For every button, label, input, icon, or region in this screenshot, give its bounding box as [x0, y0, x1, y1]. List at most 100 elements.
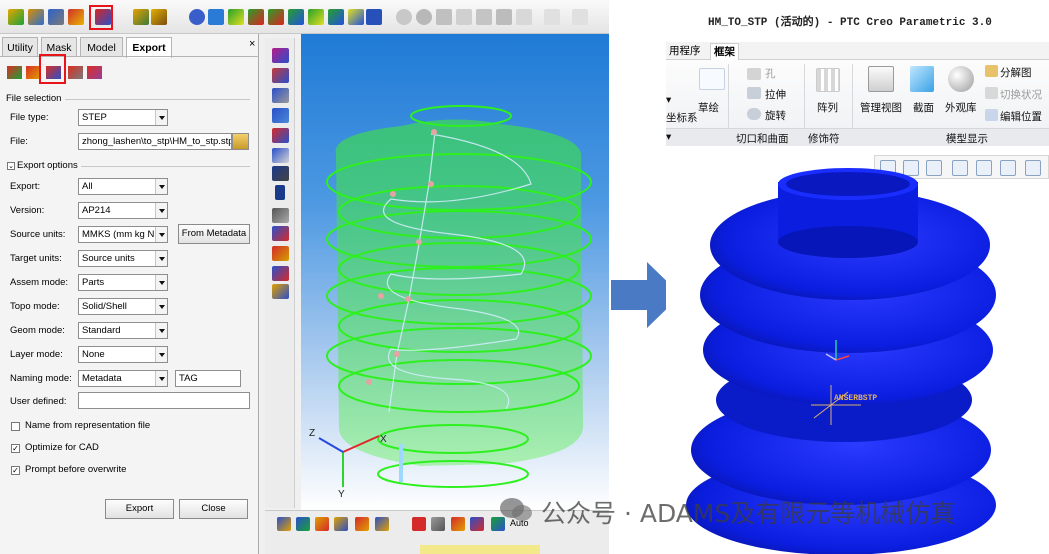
- mask-icon[interactable]: [272, 48, 289, 63]
- section-icon[interactable]: [910, 66, 934, 92]
- display-mode-icon[interactable]: [366, 9, 382, 25]
- view-top-icon[interactable]: [328, 9, 344, 25]
- optimize-for-cad-checkbox[interactable]: ✓: [11, 444, 20, 453]
- pan-icon[interactable]: [436, 9, 452, 25]
- section-label[interactable]: 截面: [913, 100, 934, 115]
- label-abc-icon[interactable]: [272, 226, 289, 241]
- label-abc-red-icon[interactable]: [272, 246, 289, 261]
- save-icon[interactable]: [48, 9, 64, 25]
- group-modifiers[interactable]: 修饰符: [808, 131, 840, 146]
- view-iso-icon[interactable]: [228, 9, 244, 25]
- arrow-move-icon[interactable]: [476, 9, 492, 25]
- view-back-icon[interactable]: [268, 9, 284, 25]
- label-settings-icon[interactable]: [272, 266, 289, 281]
- distance-icon[interactable]: [272, 208, 289, 223]
- graphics-viewport[interactable]: Z X Y: [301, 34, 609, 510]
- export-solver-deck-icon[interactable]: [7, 66, 22, 79]
- tab-applications[interactable]: 用程序: [666, 43, 704, 60]
- sketch-label[interactable]: 草绘: [698, 100, 719, 115]
- close-icon[interactable]: ×: [249, 38, 255, 50]
- close-button[interactable]: Close: [179, 499, 248, 519]
- shaded-icon[interactable]: [272, 148, 289, 163]
- measure-icon[interactable]: [272, 166, 289, 181]
- material-icon[interactable]: [334, 517, 348, 531]
- layer-mode-select[interactable]: None: [78, 346, 168, 363]
- export-fe-icon[interactable]: [68, 66, 83, 79]
- extrude-label[interactable]: 拉伸: [765, 87, 786, 102]
- tab-model[interactable]: Model: [80, 37, 123, 57]
- revolve-label[interactable]: 旋转: [765, 108, 786, 123]
- delete-icon[interactable]: [412, 517, 426, 531]
- unmask-icon[interactable]: [272, 68, 289, 83]
- model-browser-icon[interactable]: [151, 9, 167, 25]
- elements-icon[interactable]: [272, 108, 289, 123]
- version-select[interactable]: AP214: [78, 202, 168, 219]
- undo-icon[interactable]: [544, 9, 560, 25]
- user-profile-icon[interactable]: [133, 9, 149, 25]
- extrude-icon[interactable]: [747, 87, 761, 99]
- import-geometry-icon[interactable]: [28, 9, 44, 25]
- target-units-select[interactable]: Source units: [78, 250, 168, 267]
- naming-mode-select[interactable]: Metadata: [78, 370, 168, 387]
- component-icon[interactable]: [277, 517, 291, 531]
- file-type-select[interactable]: STEP: [78, 109, 168, 126]
- tab-export[interactable]: Export: [126, 37, 172, 58]
- pattern-icon[interactable]: [816, 68, 840, 92]
- export-solver-icon[interactable]: [68, 9, 84, 25]
- from-metadata-button[interactable]: From Metadata: [178, 224, 250, 244]
- view-bottom-icon[interactable]: [348, 9, 364, 25]
- group-model-display[interactable]: 模型显示: [946, 131, 988, 146]
- sketch-wave-icon[interactable]: [699, 68, 725, 90]
- exploded-view-label[interactable]: 分解图: [1000, 65, 1032, 80]
- view-right-icon[interactable]: [308, 9, 324, 25]
- group-cut-surface[interactable]: 切口和曲面: [736, 131, 789, 146]
- clip-icon[interactable]: [272, 284, 289, 299]
- manage-views-label[interactable]: 管理视图: [860, 100, 902, 115]
- view-left-icon[interactable]: [288, 9, 304, 25]
- appearance-sphere-icon[interactable]: [948, 66, 974, 92]
- appearance-label[interactable]: 外观库: [945, 100, 977, 115]
- hole-icon[interactable]: [747, 68, 761, 80]
- transparency-icon[interactable]: [272, 128, 289, 143]
- geom-mode-select[interactable]: Standard: [78, 322, 168, 339]
- coordinate-system-label[interactable]: 坐标系: [666, 110, 698, 125]
- exploded-view-icon[interactable]: [985, 65, 998, 77]
- name-from-representation-checkbox[interactable]: [11, 422, 20, 431]
- import-model-icon[interactable]: [8, 9, 24, 25]
- naming-tag-field[interactable]: TAG: [175, 370, 241, 387]
- group-caret[interactable]: ▾: [666, 131, 671, 143]
- zoom-out-icon[interactable]: [416, 9, 432, 25]
- organize-icon[interactable]: [431, 517, 445, 531]
- export-button[interactable]: Export: [105, 499, 174, 519]
- numbers-icon[interactable]: [275, 185, 285, 200]
- edit-position-icon[interactable]: [985, 109, 998, 121]
- toggle-status-icon[interactable]: [985, 87, 998, 99]
- renumber-icon[interactable]: [451, 517, 465, 531]
- tab-utility[interactable]: Utility: [2, 37, 38, 57]
- source-units-select[interactable]: MMKS (mm kg N s): [78, 226, 168, 243]
- manage-views-icon[interactable]: [868, 66, 894, 92]
- help-icon[interactable]: [470, 517, 484, 531]
- view-front-icon[interactable]: [248, 9, 264, 25]
- collapse-toggle-icon[interactable]: ⌄: [7, 162, 15, 170]
- tab-frame[interactable]: 框架: [710, 43, 739, 60]
- revolve-icon[interactable]: [747, 108, 761, 120]
- hand-icon[interactable]: [456, 9, 472, 25]
- partial-menu-caret[interactable]: ▾: [666, 94, 671, 106]
- zoom-window-icon[interactable]: [396, 9, 412, 25]
- hole-label[interactable]: 孔: [765, 66, 776, 81]
- redo-icon[interactable]: [572, 9, 588, 25]
- find-icon[interactable]: [272, 88, 289, 103]
- edit-position-label[interactable]: 编辑位置: [1000, 109, 1042, 124]
- load-collector-icon[interactable]: [355, 517, 369, 531]
- user-defined-field[interactable]: [78, 392, 250, 409]
- folder-open-icon[interactable]: [232, 133, 249, 150]
- rotate-center-icon[interactable]: [516, 9, 532, 25]
- rotate-icon[interactable]: [208, 9, 224, 25]
- prompt-before-overwrite-checkbox[interactable]: ✓: [11, 466, 20, 475]
- assem-mode-select[interactable]: Parts: [78, 274, 168, 291]
- file-path-field[interactable]: zhong_lashen\to_stp\HM_to_stp.stp: [78, 133, 232, 150]
- set-icon[interactable]: [375, 517, 389, 531]
- spin-icon[interactable]: [496, 9, 512, 25]
- export-results-icon[interactable]: [87, 66, 102, 79]
